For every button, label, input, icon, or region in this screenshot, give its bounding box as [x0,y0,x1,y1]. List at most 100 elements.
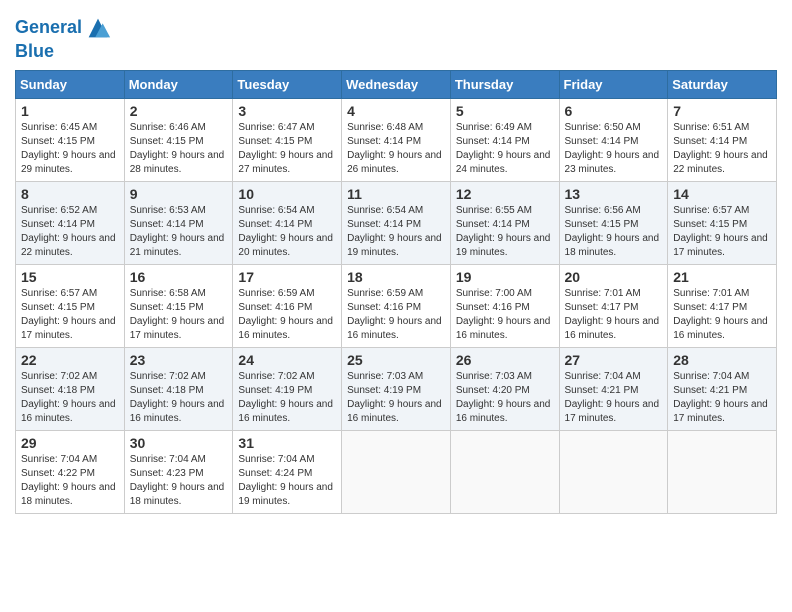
calendar-cell: 14 Sunrise: 6:57 AMSunset: 4:15 PMDayligh… [668,181,777,264]
day-info: Sunrise: 7:00 AMSunset: 4:16 PMDaylight:… [456,287,554,343]
day-info: Sunrise: 7:03 AMSunset: 4:19 PMDaylight:… [347,370,445,426]
day-info: Sunrise: 6:54 AMSunset: 4:14 PMDaylight:… [238,204,336,260]
day-number: 25 [347,352,445,368]
day-header: Wednesday [342,70,451,98]
day-number: 3 [238,103,336,119]
calendar-cell: 6 Sunrise: 6:50 AMSunset: 4:14 PMDaylight… [559,98,668,181]
calendar-cell [342,430,451,513]
day-number: 27 [565,352,663,368]
calendar-cell: 9 Sunrise: 6:53 AMSunset: 4:14 PMDaylight… [124,181,233,264]
day-info: Sunrise: 7:01 AMSunset: 4:17 PMDaylight:… [565,287,663,343]
day-number: 24 [238,352,336,368]
day-info: Sunrise: 6:47 AMSunset: 4:15 PMDaylight:… [238,121,336,177]
calendar-cell: 30 Sunrise: 7:04 AMSunset: 4:23 PMDayligh… [124,430,233,513]
calendar-cell: 2 Sunrise: 6:46 AMSunset: 4:15 PMDaylight… [124,98,233,181]
day-number: 26 [456,352,554,368]
calendar-cell: 29Sunrise: 7:04 AMSunset: 4:22 PMDayligh… [16,430,125,513]
day-number: 12 [456,186,554,202]
calendar-cell [559,430,668,513]
day-info: Sunrise: 6:48 AMSunset: 4:14 PMDaylight:… [347,121,445,177]
day-info: Sunrise: 6:54 AMSunset: 4:14 PMDaylight:… [347,204,445,260]
day-info: Sunrise: 6:49 AMSunset: 4:14 PMDaylight:… [456,121,554,177]
calendar-week: 22 Sunrise: 7:02 AMSunset: 4:18 PMDayligh… [16,347,777,430]
day-number: 2 [130,103,228,119]
day-info: Sunrise: 7:03 AMSunset: 4:20 PMDaylight:… [456,370,554,426]
calendar-cell: 8Sunrise: 6:52 AMSunset: 4:14 PMDaylight… [16,181,125,264]
day-header: Saturday [668,70,777,98]
calendar-cell: 25 Sunrise: 7:03 AMSunset: 4:19 PMDayligh… [342,347,451,430]
day-info: Sunrise: 7:04 AMSunset: 4:23 PMDaylight:… [130,453,228,509]
calendar-cell: 12 Sunrise: 6:55 AMSunset: 4:14 PMDayligh… [450,181,559,264]
day-number: 16 [130,269,228,285]
day-number: 8 [21,186,119,202]
day-info: Sunrise: 6:59 AMSunset: 4:16 PMDaylight:… [238,287,336,343]
day-info: Sunrise: 6:59 AMSunset: 4:16 PMDaylight:… [347,287,445,343]
calendar-cell: 26 Sunrise: 7:03 AMSunset: 4:20 PMDayligh… [450,347,559,430]
day-info: Sunrise: 6:56 AMSunset: 4:15 PMDaylight:… [565,204,663,260]
calendar-cell: 22 Sunrise: 7:02 AMSunset: 4:18 PMDayligh… [16,347,125,430]
calendar-cell: 21Sunrise: 7:01 AMSunset: 4:17 PMDayligh… [668,264,777,347]
day-info: Sunrise: 7:02 AMSunset: 4:18 PMDaylight:… [130,370,228,426]
day-info: Sunrise: 6:55 AMSunset: 4:14 PMDaylight:… [456,204,554,260]
day-info: Sunrise: 6:57 AMSunset: 4:15 PMDaylight:… [673,204,771,260]
day-number: 21 [673,269,771,285]
calendar-cell: 15Sunrise: 6:57 AMSunset: 4:15 PMDayligh… [16,264,125,347]
calendar-cell: 3 Sunrise: 6:47 AMSunset: 4:15 PMDaylight… [233,98,342,181]
day-number: 31 [238,435,336,451]
logo-icon [84,14,112,42]
day-info: Sunrise: 6:53 AMSunset: 4:14 PMDaylight:… [130,204,228,260]
calendar-header: SundayMondayTuesdayWednesdayThursdayFrid… [16,70,777,98]
calendar-cell [668,430,777,513]
calendar-cell: 20 Sunrise: 7:01 AMSunset: 4:17 PMDayligh… [559,264,668,347]
day-header: Monday [124,70,233,98]
calendar-week: 15Sunrise: 6:57 AMSunset: 4:15 PMDayligh… [16,264,777,347]
day-info: Sunrise: 7:04 AMSunset: 4:21 PMDaylight:… [673,370,771,426]
day-number: 6 [565,103,663,119]
calendar-week: 8Sunrise: 6:52 AMSunset: 4:14 PMDaylight… [16,181,777,264]
page-header: General Blue [15,10,777,62]
day-info: Sunrise: 7:02 AMSunset: 4:18 PMDaylight:… [21,370,119,426]
day-number: 23 [130,352,228,368]
calendar-cell: 7Sunrise: 6:51 AMSunset: 4:14 PMDaylight… [668,98,777,181]
calendar-cell: 23 Sunrise: 7:02 AMSunset: 4:18 PMDayligh… [124,347,233,430]
day-number: 17 [238,269,336,285]
day-number: 28 [673,352,771,368]
calendar-cell: 4Sunrise: 6:48 AMSunset: 4:14 PMDaylight… [342,98,451,181]
calendar-cell: 1Sunrise: 6:45 AMSunset: 4:15 PMDaylight… [16,98,125,181]
day-info: Sunrise: 7:04 AMSunset: 4:24 PMDaylight:… [238,453,336,509]
day-number: 13 [565,186,663,202]
calendar-cell: 10 Sunrise: 6:54 AMSunset: 4:14 PMDayligh… [233,181,342,264]
day-info: Sunrise: 7:02 AMSunset: 4:19 PMDaylight:… [238,370,336,426]
day-number: 5 [456,103,554,119]
calendar-cell: 19 Sunrise: 7:00 AMSunset: 4:16 PMDayligh… [450,264,559,347]
day-number: 10 [238,186,336,202]
day-header: Tuesday [233,70,342,98]
day-number: 9 [130,186,228,202]
day-number: 7 [673,103,771,119]
day-info: Sunrise: 6:57 AMSunset: 4:15 PMDaylight:… [21,287,119,343]
header-row: SundayMondayTuesdayWednesdayThursdayFrid… [16,70,777,98]
day-number: 11 [347,186,445,202]
calendar-cell: 11 Sunrise: 6:54 AMSunset: 4:14 PMDayligh… [342,181,451,264]
day-info: Sunrise: 6:46 AMSunset: 4:15 PMDaylight:… [130,121,228,177]
day-number: 14 [673,186,771,202]
calendar-cell: 5 Sunrise: 6:49 AMSunset: 4:14 PMDaylight… [450,98,559,181]
calendar-cell: 17 Sunrise: 6:59 AMSunset: 4:16 PMDayligh… [233,264,342,347]
calendar-cell: 18 Sunrise: 6:59 AMSunset: 4:16 PMDayligh… [342,264,451,347]
day-header: Thursday [450,70,559,98]
day-info: Sunrise: 7:04 AMSunset: 4:21 PMDaylight:… [565,370,663,426]
day-number: 19 [456,269,554,285]
day-number: 20 [565,269,663,285]
calendar-cell: 28 Sunrise: 7:04 AMSunset: 4:21 PMDayligh… [668,347,777,430]
calendar-table: SundayMondayTuesdayWednesdayThursdayFrid… [15,70,777,514]
calendar-week: 1Sunrise: 6:45 AMSunset: 4:15 PMDaylight… [16,98,777,181]
day-info: Sunrise: 6:50 AMSunset: 4:14 PMDaylight:… [565,121,663,177]
day-number: 30 [130,435,228,451]
day-number: 22 [21,352,119,368]
calendar-cell: 13 Sunrise: 6:56 AMSunset: 4:15 PMDayligh… [559,181,668,264]
calendar-cell: 27 Sunrise: 7:04 AMSunset: 4:21 PMDayligh… [559,347,668,430]
day-number: 18 [347,269,445,285]
day-info: Sunrise: 6:45 AMSunset: 4:15 PMDaylight:… [21,121,119,177]
day-header: Friday [559,70,668,98]
calendar-cell: 16Sunrise: 6:58 AMSunset: 4:15 PMDayligh… [124,264,233,347]
